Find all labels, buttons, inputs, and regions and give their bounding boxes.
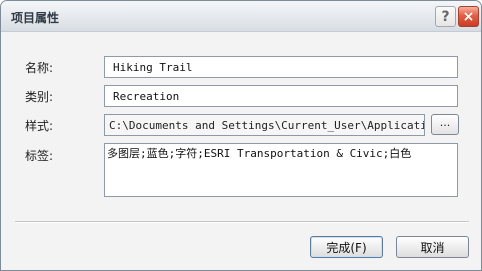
help-icon: ? <box>441 8 450 25</box>
cancel-button[interactable]: 取消 <box>396 236 469 258</box>
category-label: 类别: <box>25 90 54 104</box>
name-label: 名称: <box>25 61 54 75</box>
dialog-content: 名称: Hiking Trail 类别: Recreation 样式: C:\D… <box>1 32 481 270</box>
button-separator <box>15 221 469 223</box>
name-field[interactable]: Hiking Trail <box>104 56 458 78</box>
close-button[interactable]: × <box>458 6 479 27</box>
finish-button[interactable]: 完成(F) <box>310 236 383 258</box>
browse-button[interactable]: ... <box>431 114 459 135</box>
tags-label: 标签: <box>25 149 54 163</box>
category-field[interactable]: Recreation <box>104 85 458 107</box>
item-properties-dialog: 项目属性 ? × 名称: Hiking Trail 类别: Recreation… <box>0 0 482 271</box>
tags-field[interactable]: 多图层;蓝色;字符;ESRI Transportation & Civic;白色 <box>104 143 458 197</box>
title-bar[interactable]: 项目属性 ? × <box>1 1 481 32</box>
style-label: 样式: <box>25 119 54 133</box>
style-field[interactable]: C:\Documents and Settings\Current_User\A… <box>104 114 425 136</box>
help-button[interactable]: ? <box>435 6 456 27</box>
close-icon: × <box>462 8 475 25</box>
window-title: 项目属性 <box>11 11 60 25</box>
